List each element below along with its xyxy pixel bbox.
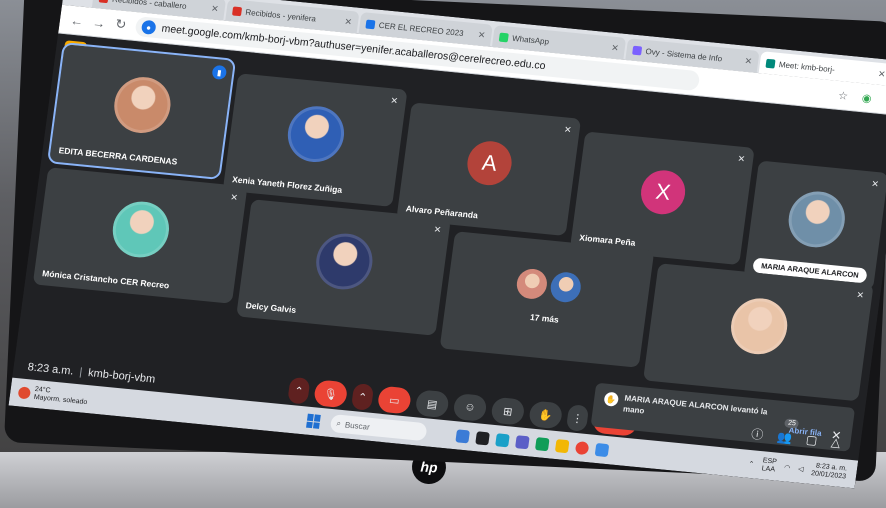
close-tab-icon[interactable]: ✕ xyxy=(877,68,886,80)
system-tray: ⌃ ESP LAA ◠ ◁ 8:23 a. m. 20/01/2023 xyxy=(747,456,848,481)
wifi-icon[interactable]: ◠ xyxy=(784,463,791,472)
participant-photo xyxy=(785,189,849,251)
more-participants-tile[interactable]: 17 más xyxy=(439,231,655,368)
close-tab-icon[interactable]: ✕ xyxy=(210,3,220,15)
participant-name: EDITA BECERRA CARDENAS xyxy=(58,145,178,167)
taskbar-apps xyxy=(455,428,610,457)
ovy-icon xyxy=(632,45,643,55)
close-tab-icon[interactable]: ✕ xyxy=(611,42,620,54)
meet-window: ▣ ▮EDITA BECERRA CARDENAS✕Xenia Yaneth F… xyxy=(8,33,886,489)
language-sub: LAA xyxy=(761,465,776,474)
people-count: 25 xyxy=(784,417,800,429)
search-icon: ⌕ xyxy=(335,418,342,428)
taskbar-app-edge2-icon[interactable] xyxy=(534,436,550,451)
language-indicator[interactable]: ESP LAA xyxy=(761,457,777,474)
weather-widget[interactable]: 24°C Mayorm. soleado xyxy=(17,384,88,407)
emoji-reactions-button[interactable]: ☺ xyxy=(452,393,488,422)
participant-initial: A xyxy=(464,139,515,188)
mic-muted-icon: ✕ xyxy=(870,178,880,190)
more-options-button[interactable]: ⋮ xyxy=(565,404,590,432)
mic-muted-icon: ✕ xyxy=(736,153,746,165)
mic-muted-icon: ✕ xyxy=(855,289,865,301)
participant-tile[interactable]: ✕ Delcy Galvis xyxy=(236,199,451,336)
tab-title: Ovy - Sistema de Info xyxy=(645,46,723,63)
taskbar-search[interactable]: ⌕ Buscar xyxy=(329,414,428,442)
taskbar-app-teams-icon[interactable] xyxy=(514,434,530,449)
taskbar-app-explorer-icon[interactable] xyxy=(474,430,490,445)
mic-muted-icon: ✕ xyxy=(563,124,573,136)
mic-options-chevron-icon[interactable]: ⌃ xyxy=(287,376,311,405)
participant-tile[interactable]: ✕ Mónica Cristancho CER Recreo xyxy=(32,167,248,304)
participant-photo xyxy=(514,267,549,301)
close-tab-icon[interactable]: ✕ xyxy=(744,55,753,67)
taskbar-app-files-icon[interactable] xyxy=(554,438,570,453)
forward-icon[interactable]: → xyxy=(91,14,107,30)
meeting-time: 8:23 a.m. xyxy=(26,361,75,378)
participant-tile[interactable]: ✕ MARIA ARAQUE ALARCON xyxy=(743,160,886,291)
weather-icon xyxy=(17,386,32,400)
hand-icon: ✋ xyxy=(603,391,620,407)
search-placeholder: Buscar xyxy=(344,419,371,432)
mic-muted-icon: ✕ xyxy=(389,95,399,106)
tab-title: WhatsApp xyxy=(511,33,550,46)
taskbar-app-chrome-icon[interactable] xyxy=(574,440,590,455)
participant-photo xyxy=(109,199,173,261)
participant-tile[interactable]: ✕ Xenia Yaneth Florez Zuñiga xyxy=(222,73,408,207)
gmail-icon xyxy=(232,5,243,16)
participant-tile[interactable]: ▮ EDITA BECERRA CARDENAS xyxy=(47,41,237,181)
taskbar-app-store-icon[interactable] xyxy=(594,442,610,457)
participant-tile[interactable]: ✕ xyxy=(643,263,874,402)
windows-start-icon[interactable] xyxy=(305,413,322,429)
participant-name: Mónica Cristancho CER Recreo xyxy=(41,268,170,291)
mic-muted-icon: ✕ xyxy=(433,224,442,235)
meeting-info-separator: | xyxy=(78,366,84,379)
tab-title: Recibidos - yenifera xyxy=(244,7,317,24)
drive-icon xyxy=(365,19,376,29)
notification-message: MARIA ARAQUE ALARCON levantó la mano xyxy=(622,393,769,417)
camera-off-button[interactable]: ▭ xyxy=(376,385,413,415)
mic-off-button[interactable]: 🎙 xyxy=(313,379,349,409)
whatsapp-icon xyxy=(498,32,509,42)
tray-up-chevron-icon[interactable]: ⌃ xyxy=(748,460,755,469)
participant-photo xyxy=(548,270,583,304)
participant-name: Xenia Yaneth Florez Zuñiga xyxy=(231,174,343,195)
people-button[interactable]: 👥 25 xyxy=(776,417,800,444)
address-bar-actions: ☆ ◉ ◐ xyxy=(837,88,886,106)
more-participants-label: 17 más xyxy=(529,312,560,325)
meet-icon xyxy=(765,58,776,69)
participant-photo xyxy=(312,231,376,293)
reload-icon[interactable]: ↻ xyxy=(113,16,129,33)
chat-icon[interactable]: ▢ xyxy=(805,432,818,447)
bookmark-star-icon[interactable]: ☆ xyxy=(837,88,849,102)
taskbar-app-edge-icon[interactable] xyxy=(494,432,510,447)
gmail-icon xyxy=(98,0,109,3)
tab-title: Meet: kmb-borj- xyxy=(778,59,836,74)
back-icon[interactable]: ← xyxy=(69,12,85,28)
participant-initial: X xyxy=(638,168,688,217)
participant-photo xyxy=(727,295,791,357)
volume-icon[interactable]: ◁ xyxy=(798,465,804,473)
participant-photo xyxy=(284,103,348,165)
present-screen-button[interactable]: ⊞ xyxy=(490,396,526,426)
clock[interactable]: 8:23 a. m. 20/01/2023 xyxy=(810,462,848,481)
tab-title: CER EL RECREO 2023 xyxy=(378,20,465,38)
mic-muted-icon: ✕ xyxy=(229,192,239,203)
close-tab-icon[interactable]: ✕ xyxy=(344,16,353,28)
meeting-code: kmb-borj-vbm xyxy=(87,367,156,386)
speaking-indicator-icon: ▮ xyxy=(211,64,228,81)
taskbar-app-widget-icon[interactable] xyxy=(455,428,470,443)
activities-icon[interactable]: △ xyxy=(830,434,841,449)
camera-options-chevron-icon[interactable]: ⌃ xyxy=(350,383,375,411)
close-tab-icon[interactable]: ✕ xyxy=(477,29,486,41)
info-icon[interactable]: ⓘ xyxy=(750,425,764,443)
more-participants-avatars xyxy=(514,267,583,304)
participant-name: Delcy Galvis xyxy=(245,300,297,315)
raise-hand-button[interactable]: ✋ xyxy=(528,400,564,430)
participant-photo xyxy=(110,74,174,136)
laptop-bezel: Recibidos - caballero ✕ Recibidos - yenife… xyxy=(4,0,886,489)
site-info-icon[interactable]: ● xyxy=(140,19,157,35)
screen: Recibidos - caballero ✕ Recibidos - yenife… xyxy=(8,0,886,489)
extension-icon[interactable]: ◉ xyxy=(861,91,872,105)
captions-button[interactable]: ▤ xyxy=(414,389,450,419)
